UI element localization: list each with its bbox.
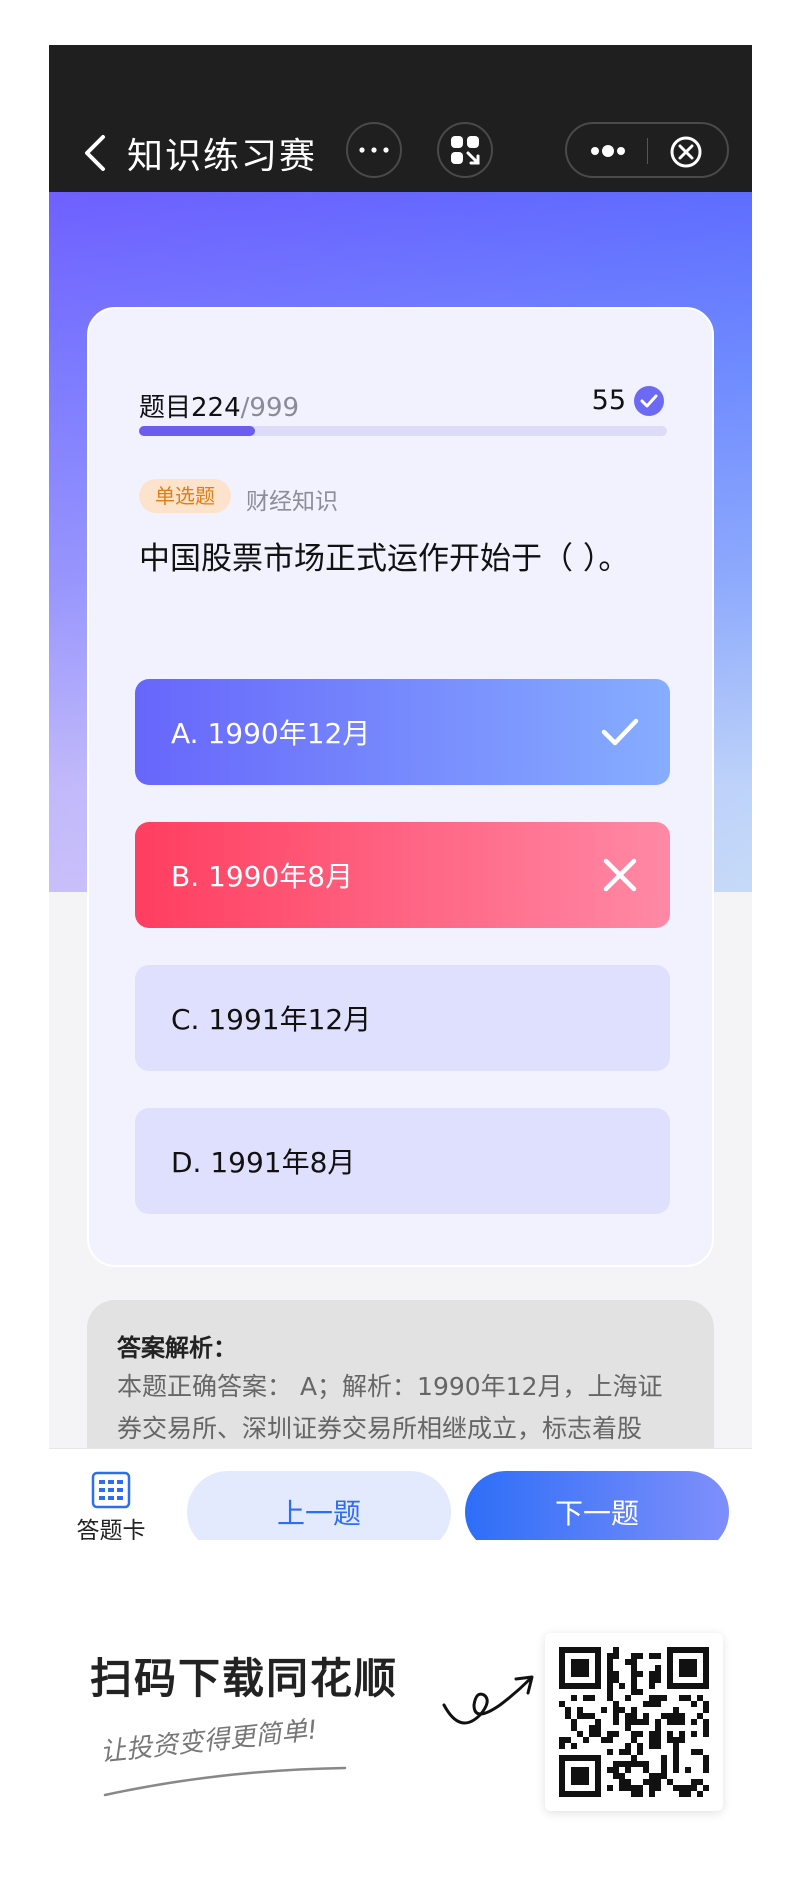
question-category: 财经知识 xyxy=(246,489,338,515)
question-text: 中国股票市场正式运作开始于（ ）。 xyxy=(139,541,630,577)
answer-card-button[interactable]: 答题卡 xyxy=(71,1471,151,1540)
capsule-divider xyxy=(647,138,648,164)
answer-card-icon xyxy=(91,1471,131,1509)
apps-button[interactable] xyxy=(437,122,493,178)
option-a[interactable]: A. 1990年12月 xyxy=(135,679,670,785)
option-b[interactable]: B. 1990年8月 xyxy=(135,822,670,928)
option-c[interactable]: C. 1991年12月 xyxy=(135,965,670,1071)
option-label: D. 1991年8月 xyxy=(171,1146,356,1179)
next-question-button[interactable]: 下一题 xyxy=(465,1471,729,1540)
swoosh-decoration xyxy=(103,1766,347,1797)
dots-icon[interactable] xyxy=(587,140,629,162)
x-icon xyxy=(603,858,637,892)
previous-question-button[interactable]: 上一题 xyxy=(187,1471,451,1540)
bottom-action-bar: 答题卡 上一题 下一题 xyxy=(49,1448,752,1540)
score-check-icon xyxy=(634,385,664,416)
question-card: 题目224/999 55 单选题 财经知识 中国股票市场正式运作开始于（ ）。 … xyxy=(87,307,714,1267)
progress-bar xyxy=(139,426,667,436)
analysis-body: 本题正确答案： A；解析：1990年12月，上海证券交易所、深圳证券交易所相继成… xyxy=(117,1372,663,1443)
option-label: B. 1990年8月 xyxy=(171,860,354,893)
answer-card-label: 答题卡 xyxy=(76,1518,146,1540)
check-icon xyxy=(601,718,639,746)
grid-icon xyxy=(451,136,480,165)
close-icon[interactable] xyxy=(669,135,703,169)
more-icon xyxy=(359,147,389,153)
question-type-tag: 单选题 xyxy=(139,479,231,513)
arrow-doodle-icon xyxy=(442,1675,534,1725)
phone-screen: 知识练习赛 题目224/999 55 单选题 财经知识 中国股票市场正式运作开始… xyxy=(49,45,752,1540)
qr-code xyxy=(545,1633,723,1811)
navigation-bar: 知识练习赛 xyxy=(49,45,752,192)
score-value: 55 xyxy=(591,385,626,416)
progress-fill xyxy=(139,426,256,436)
back-icon[interactable] xyxy=(81,133,109,173)
option-label: C. 1991年12月 xyxy=(171,1003,372,1036)
analysis-title: 答案解析： xyxy=(117,1334,237,1362)
option-label: A. 1990年12月 xyxy=(171,717,371,750)
page-title: 知识练习赛 xyxy=(127,136,318,177)
question-total: /999 xyxy=(240,393,300,423)
option-d[interactable]: D. 1991年8月 xyxy=(135,1108,670,1214)
promo-title: 扫码下载同花顺 xyxy=(90,1654,399,1703)
more-button[interactable] xyxy=(346,122,402,178)
score: 55 xyxy=(592,385,664,416)
question-counter: 题目224/999 xyxy=(139,387,299,424)
question-number: 题目224 xyxy=(139,393,241,423)
capsule-menu xyxy=(565,122,729,178)
qr-code-image xyxy=(559,1647,709,1797)
